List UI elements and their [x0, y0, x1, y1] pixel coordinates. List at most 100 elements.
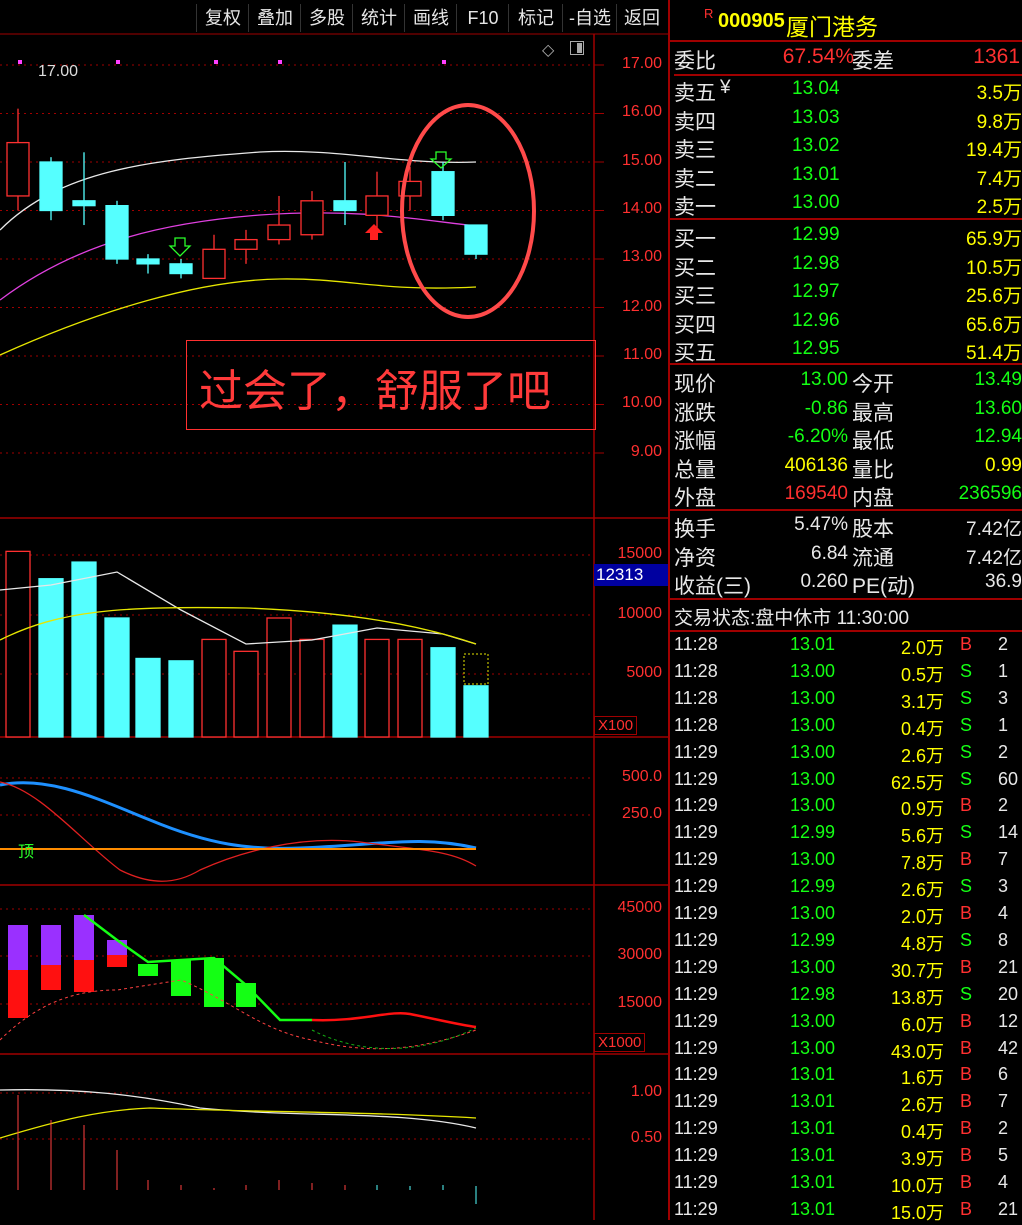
trade-count: 1 [998, 714, 1009, 735]
divider [670, 218, 1022, 220]
trade-price: 13.01 [790, 1118, 836, 1139]
candle-body [169, 263, 193, 275]
volume-bar [135, 657, 161, 738]
trade-price: 12.99 [790, 929, 836, 950]
axis-tick-label: 12.00 [621, 298, 662, 315]
level-volume: 51.4万 [966, 343, 1022, 365]
trade-volume: 2.6万 [900, 1095, 944, 1116]
stat-row: 收益(三) 0.260 PE(动) 36.9 [674, 569, 1022, 599]
axis-tick-label: 13.00 [621, 248, 662, 265]
kline-chart-area[interactable]: 复权 叠加 多股 统计 画线 F10 标记 -自选 返回 17.00 过会了，舒服了吧 17.0… [0, 0, 668, 1220]
level-price: 13.02 [792, 135, 840, 157]
trade-volume: 1.6万 [900, 1068, 944, 1089]
axis-tick-label: 10000 [617, 605, 663, 622]
trade-side: B [960, 634, 973, 654]
toolbar-button[interactable]: 叠加 [248, 4, 301, 32]
trade-volume: 13.8万 [890, 987, 944, 1008]
trade-time: 11:29 [674, 822, 718, 843]
trade-row: 11:29 13.01 1.6万 B 6 [672, 1063, 1022, 1090]
axis-tick-label: 10.00 [621, 394, 662, 411]
indicator-bar [41, 925, 61, 965]
toolbar-button[interactable]: 统计 [352, 4, 405, 32]
trade-side: B [960, 1172, 973, 1192]
candle-body [136, 258, 160, 265]
toolbar-button[interactable]: 复权 [196, 4, 249, 32]
trade-price: 13.00 [790, 1037, 836, 1058]
indicator-bar [41, 965, 61, 990]
stat-value: 5.47% [794, 514, 848, 535]
level-price: 12.97 [792, 281, 840, 303]
level-volume: 3.5万 [976, 83, 1022, 104]
trade-row: 11:29 13.01 0.4万 B 2 [672, 1117, 1022, 1144]
stat-row: 总量 406136 量比 0.99 [674, 453, 1022, 482]
toolbar-button[interactable]: 画线 [404, 4, 457, 32]
trade-side: S [960, 822, 973, 843]
trade-status-value: 盘中休市 [755, 608, 832, 629]
trade-status-time: 11:30:00 [836, 608, 910, 629]
toolbar-button[interactable]: F10 [456, 4, 509, 32]
candle-body [6, 141, 30, 197]
buy-level-row: 买一 12.99 65.9万 [674, 222, 1022, 251]
stat-value: -6.20% [787, 426, 848, 448]
divider [670, 363, 1022, 365]
marker-dot [18, 60, 22, 64]
volume-forecast [463, 653, 489, 685]
marker-dot [442, 60, 446, 64]
divider [670, 509, 1022, 511]
trade-side: S [960, 876, 973, 897]
buy-level-row: 买三 12.97 25.6万 [674, 279, 1022, 308]
trade-volume: 3.1万 [900, 691, 944, 712]
trade-volume: 0.9万 [900, 799, 944, 820]
stat-label: 外盘 [674, 487, 716, 511]
weibi-label: 委比 [674, 50, 716, 73]
candle-body [39, 161, 63, 212]
trade-volume: 62.5万 [890, 772, 944, 793]
indicator-bar [107, 940, 127, 955]
level-volume: 65.6万 [966, 314, 1022, 336]
stat-row: 涨幅 -6.20% 最低 12.94 [674, 424, 1022, 453]
stat-label: 今开 [852, 373, 894, 396]
axis-tick-label: 15000 [617, 994, 663, 1011]
sell-level-row: 卖三 13.02 19.4万 [674, 133, 1022, 162]
level-volume: 2.5万 [976, 197, 1022, 219]
candle-body [333, 200, 357, 212]
toolbar-button[interactable]: 返回 [616, 4, 667, 32]
trade-row: 11:29 12.98 13.8万 S 20 [672, 983, 1022, 1010]
trade-count: 12 [998, 1010, 1019, 1031]
trade-count: 8 [998, 929, 1009, 950]
stat-row: 净资 6.84 流通 7.42亿 [674, 541, 1022, 570]
trade-row: 11:29 13.00 6.0万 B 12 [672, 1010, 1022, 1037]
indicator-top-label: 顶 [18, 844, 35, 861]
indicator-line-blue [0, 781, 477, 850]
trade-price: 13.01 [790, 1145, 836, 1166]
stat-label: 收益(三) [674, 575, 751, 599]
volume-bar [168, 660, 194, 738]
kline-chart-svg[interactable] [0, 0, 668, 1220]
diamond-icon[interactable]: ◇ [542, 40, 554, 60]
trade-volume: 0.4万 [900, 1122, 944, 1143]
panel-toggle-icon[interactable] [570, 41, 584, 55]
axis-tick-label: 15.00 [621, 152, 662, 169]
stat-value: 6.84 [811, 542, 848, 564]
trade-price: 13.00 [790, 660, 836, 681]
volume-bar [332, 624, 358, 738]
level-volume: 19.4万 [966, 140, 1022, 162]
trade-time: 11:28 [674, 660, 718, 681]
volume-current-box: 12313 [594, 564, 668, 586]
level-price: 13.00 [792, 192, 840, 214]
trade-row: 11:29 13.00 2.6万 S 2 [672, 741, 1022, 768]
stat-label: 最高 [852, 401, 894, 425]
stat-label: 流通 [852, 546, 894, 570]
stat-value: 7.42亿 [966, 547, 1022, 569]
trade-time: 11:29 [674, 1010, 718, 1031]
toolbar-button[interactable]: -自选 [562, 4, 617, 32]
toolbar-button[interactable]: 多股 [300, 4, 353, 32]
trade-row: 11:28 13.00 0.5万 S 1 [672, 660, 1022, 687]
level-label: 买四 [674, 313, 716, 337]
stat-value: 36.9 [985, 571, 1022, 593]
axis-tick-label: 16.00 [621, 103, 662, 120]
toolbar-button[interactable]: 标记 [508, 4, 563, 32]
trade-volume: 0.5万 [900, 664, 944, 685]
trade-time: 11:28 [674, 634, 718, 654]
volume-bar [430, 647, 456, 738]
